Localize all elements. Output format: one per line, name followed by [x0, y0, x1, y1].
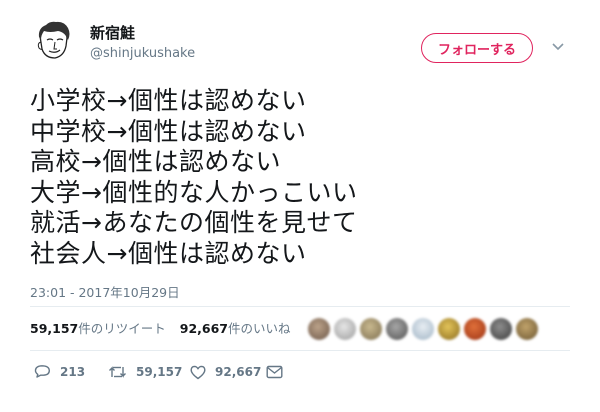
- like-count: 92,667: [215, 365, 262, 379]
- author-name[interactable]: 新宿鮭: [90, 22, 135, 43]
- like-button[interactable]: 92,667: [190, 365, 266, 380]
- liker-avatar[interactable]: [438, 318, 460, 340]
- reply-icon: [34, 365, 51, 378]
- divider: [30, 306, 570, 307]
- envelope-icon: [266, 365, 283, 379]
- tweet-card: 新宿鮭 @shinjukushake フォローする 小学校→個性は認めない 中学…: [0, 0, 600, 412]
- retweet-icon: [109, 366, 126, 378]
- liker-avatars: [308, 318, 538, 340]
- liker-avatar[interactable]: [490, 318, 512, 340]
- retweet-button[interactable]: 59,157: [108, 365, 190, 379]
- action-bar: 213 59,157 92,667: [34, 364, 283, 380]
- liker-avatar[interactable]: [360, 318, 382, 340]
- tweet-line: 大学→個性的な人かっこいい: [30, 177, 358, 207]
- chevron-down-icon[interactable]: [549, 40, 567, 54]
- tweet-line: 就活→あなたの個性を見せて: [30, 208, 358, 237]
- divider: [30, 350, 570, 351]
- author-handle[interactable]: @shinjukushake: [90, 46, 195, 61]
- avatar-sketch-icon: [37, 21, 70, 59]
- retweet-count: 59,157: [136, 365, 183, 379]
- reply-button[interactable]: 213: [34, 364, 108, 380]
- avatar[interactable]: [28, 16, 78, 66]
- liker-avatar[interactable]: [464, 318, 486, 340]
- like-stat[interactable]: 92,667件のいいね: [180, 318, 291, 337]
- tweet-line: 中学校→個性は認めない: [30, 116, 307, 146]
- liker-avatar[interactable]: [412, 318, 434, 340]
- liker-avatar[interactable]: [334, 318, 356, 340]
- retweet-stat-label: 件のリツイート: [78, 321, 166, 336]
- tweet-line: 小学校→個性は認めない: [30, 86, 307, 115]
- retweet-stat-count: 59,157: [30, 321, 79, 336]
- liker-avatar[interactable]: [386, 318, 408, 340]
- tweet-text: 小学校→個性は認めない 中学校→個性は認めない 高校→個性は認めない 大学→個性…: [30, 86, 570, 269]
- heart-icon: [190, 365, 206, 379]
- follow-button[interactable]: フォローする: [421, 33, 533, 63]
- like-stat-count: 92,667: [179, 321, 229, 336]
- message-button[interactable]: [266, 365, 283, 379]
- tweet-timestamp[interactable]: 23:01 - 2017年10月29日: [30, 282, 180, 301]
- reply-count: 213: [60, 365, 86, 379]
- engagement-stats: 59,157件のリツイート 92,667件のいいね: [30, 318, 291, 337]
- tweet-line: 社会人→個性は認めない: [30, 238, 307, 268]
- retweet-stat[interactable]: 59,157件のリツイート: [30, 318, 166, 337]
- like-stat-label: 件のいいね: [228, 321, 291, 336]
- liker-avatar[interactable]: [516, 318, 538, 340]
- tweet-line: 高校→個性は認めない: [30, 147, 281, 176]
- liker-avatar[interactable]: [308, 318, 330, 340]
